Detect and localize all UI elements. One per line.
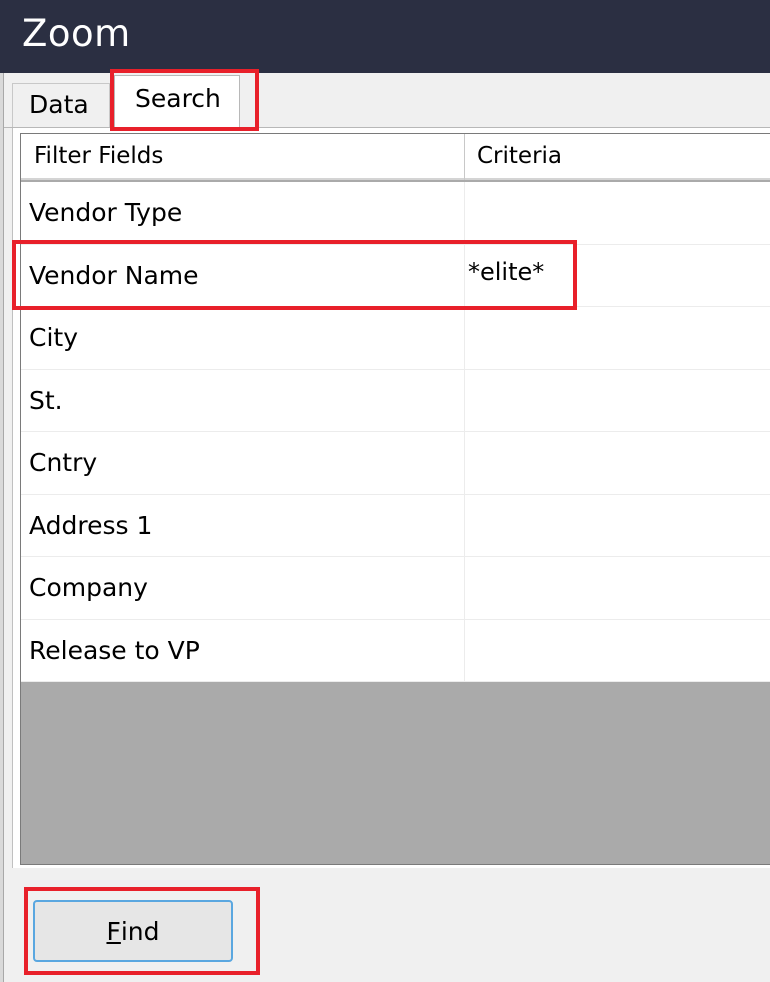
filter-field-cell: Cntry <box>29 448 98 477</box>
table-row[interactable]: St. <box>21 369 770 432</box>
window-title: Zoom <box>22 12 131 55</box>
criteria-cell[interactable]: *elite* <box>464 244 770 307</box>
grid-rows: Vendor Type Vendor Name *elite* City St.… <box>21 182 770 682</box>
criteria-cell[interactable] <box>464 307 770 369</box>
filter-field-cell: Address 1 <box>29 510 153 540</box>
find-button-accelerator: F <box>106 916 121 946</box>
find-button[interactable]: Find <box>33 900 233 962</box>
tab-search-label: Search <box>135 84 221 113</box>
filter-field-cell: Vendor Name <box>29 260 199 290</box>
title-bar: Zoom <box>0 0 770 73</box>
filter-grid: Filter Fields Criteria Vendor Type Vendo… <box>20 133 770 865</box>
tab-data-label: Data <box>29 90 89 119</box>
left-edge <box>0 73 4 982</box>
filter-field-cell: St. <box>29 385 63 415</box>
column-header-filter-fields[interactable]: Filter Fields <box>21 134 464 180</box>
table-row[interactable]: Address 1 <box>21 494 770 557</box>
criteria-cell[interactable] <box>464 619 770 682</box>
criteria-cell[interactable] <box>464 369 770 432</box>
criteria-cell[interactable] <box>464 557 770 619</box>
table-row[interactable]: Company <box>21 557 770 620</box>
criteria-cell[interactable] <box>464 494 770 557</box>
find-button-label: ind <box>120 916 160 946</box>
filter-field-cell: City <box>29 323 78 352</box>
table-row[interactable]: Release to VP <box>21 619 770 682</box>
table-row[interactable]: City <box>21 307 770 370</box>
grid-header: Filter Fields Criteria <box>21 134 770 180</box>
tab-search[interactable]: Search <box>114 75 240 129</box>
tab-strip: Data Search <box>4 73 770 129</box>
table-row[interactable]: Vendor Name *elite* <box>21 244 770 307</box>
table-row[interactable]: Vendor Type <box>21 182 770 245</box>
filter-field-cell: Release to VP <box>29 635 200 665</box>
criteria-cell[interactable] <box>464 182 770 244</box>
filter-field-cell: Vendor Type <box>29 198 183 227</box>
tab-data[interactable]: Data <box>12 83 110 128</box>
column-header-criteria[interactable]: Criteria <box>464 134 770 180</box>
criteria-cell[interactable] <box>464 432 770 494</box>
filter-field-cell: Company <box>29 573 148 602</box>
table-row[interactable]: Cntry <box>21 432 770 495</box>
